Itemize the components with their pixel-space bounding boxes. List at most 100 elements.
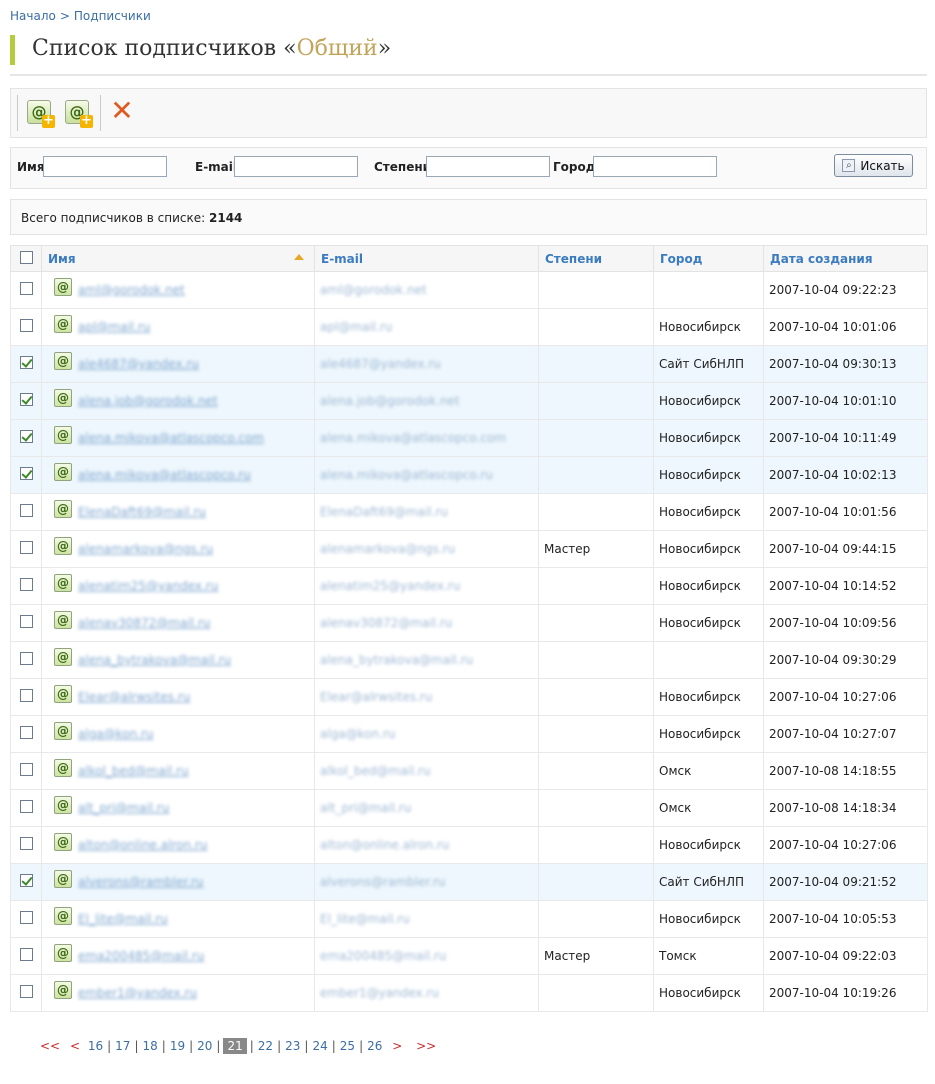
page-link[interactable]: 24 — [308, 1039, 331, 1053]
subscriber-name-link[interactable]: alenav30872@mail.ru — [78, 616, 210, 630]
row-checkbox[interactable] — [20, 541, 33, 554]
subscriber-name-link[interactable]: alton@online.alron.ru — [78, 838, 207, 852]
subscriber-name-link[interactable]: alenamarkova@ngs.ru — [78, 542, 213, 556]
email-cell: alt_pri@mail.ru — [314, 789, 539, 827]
table-row[interactable]: @ ale4687@yandex.ru ale4687@yandex.ru Сайт … — [10, 345, 928, 383]
add-subscriber-button[interactable]: @ + — [25, 98, 55, 128]
subscriber-name-link[interactable]: ale4687@yandex.ru — [78, 357, 199, 371]
table-row[interactable]: @ aml@gorodok.net aml@gorodok.net 2007-10-0… — [10, 271, 928, 309]
subscriber-name-link[interactable]: alga@kon.ru — [78, 727, 153, 741]
city-column-header[interactable]: Город — [653, 245, 764, 272]
table-row[interactable]: @ apl@mail.ru apl@mail.ru Новосибирск 2007-1… — [10, 308, 928, 346]
subscriber-name-link[interactable]: alkol_bed@mail.ru — [78, 764, 189, 778]
table-row[interactable]: @ ema200485@mail.ru ema200485@mail.ru Масте… — [10, 937, 928, 975]
email-column-header[interactable]: E-mail — [314, 245, 539, 272]
page-link[interactable]: 19 — [166, 1039, 189, 1053]
page-link[interactable]: 17 — [111, 1039, 134, 1053]
row-select-cell — [10, 641, 42, 679]
subscriber-name-link[interactable]: alverons@rambler.ru — [78, 875, 204, 889]
table-row[interactable]: @ ember1@yandex.ru ember1@yandex.ru Новосиб… — [10, 974, 928, 1012]
degree-column-header[interactable]: Степени — [538, 245, 654, 272]
subscriber-name-link[interactable]: Elear@alrwsites.ru — [78, 690, 190, 704]
subscriber-name-link[interactable]: apl@mail.ru — [78, 320, 150, 334]
subscriber-icon: @ — [54, 981, 72, 999]
last-page-link[interactable]: >> — [416, 1039, 436, 1053]
search-button[interactable]: ⌕ Искать — [834, 154, 913, 177]
created-column-header[interactable]: Дата создания — [763, 245, 928, 272]
table-row[interactable]: @ alkol_bed@mail.ru alkol_bed@mail.ru Омск 2… — [10, 752, 928, 790]
row-checkbox[interactable] — [20, 726, 33, 739]
row-checkbox[interactable] — [20, 689, 33, 702]
name-column-header[interactable]: Имя — [41, 245, 315, 272]
table-row[interactable]: @ alenav30872@mail.ru alenav30872@mail.ru Н… — [10, 604, 928, 642]
table-row[interactable]: @ alga@kon.ru alga@kon.ru Новосибирск 2007-1… — [10, 715, 928, 753]
email-cell: Elear@alrwsites.ru — [314, 678, 539, 716]
row-checkbox[interactable] — [20, 948, 33, 961]
subscriber-icon: @ — [54, 833, 72, 851]
table-row[interactable]: @ ElenaDaft69@mail.ru ElenaDaft69@mail.ru Н… — [10, 493, 928, 531]
subscriber-name-link[interactable]: alena.mikova@atlascopco.com — [78, 431, 264, 445]
table-row[interactable]: @ alenamarkova@ngs.ru alenamarkova@ngs.ru М… — [10, 530, 928, 568]
subscriber-name-link[interactable]: alena.mikova@atlascopco.ru — [78, 468, 251, 482]
email-cell: alton@online.alron.ru — [314, 826, 539, 864]
row-checkbox[interactable] — [20, 874, 33, 887]
page-link[interactable]: 23 — [281, 1039, 304, 1053]
created-cell: 2007-10-04 10:19:26 — [763, 974, 928, 1012]
breadcrumb-current-link[interactable]: Подписчики — [74, 9, 151, 23]
subscriber-name-link[interactable]: alt_pri@mail.ru — [78, 801, 169, 815]
degree-filter-input[interactable] — [426, 156, 550, 177]
table-row[interactable]: @ alenatim25@yandex.ru alenatim25@yandex.r… — [10, 567, 928, 605]
row-checkbox[interactable] — [20, 615, 33, 628]
table-row[interactable]: @ alena.mikova@atlascopco.com alena.mikova… — [10, 419, 928, 457]
subscriber-name-link[interactable]: alenatim25@yandex.ru — [78, 579, 218, 593]
prev-page-link[interactable]: < — [70, 1039, 80, 1053]
row-checkbox[interactable] — [20, 800, 33, 813]
page-link[interactable]: 16 — [84, 1039, 107, 1053]
subscriber-name-link[interactable]: ember1@yandex.ru — [78, 986, 197, 1000]
subscriber-name-link[interactable]: ElenaDaft69@mail.ru — [78, 505, 206, 519]
row-checkbox[interactable] — [20, 282, 33, 295]
table-row[interactable]: @ alena_bytrakova@mail.ru alena_bytrakova@… — [10, 641, 928, 679]
first-page-link[interactable]: << — [40, 1039, 60, 1053]
row-checkbox[interactable] — [20, 763, 33, 776]
subscriber-name-link[interactable]: aml@gorodok.net — [78, 283, 185, 297]
table-row[interactable]: @ alton@online.alron.ru alton@online.alron… — [10, 826, 928, 864]
subscriber-name-link[interactable]: El_lite@mail.ru — [78, 912, 168, 926]
row-checkbox[interactable] — [20, 652, 33, 665]
row-checkbox[interactable] — [20, 356, 33, 369]
table-row[interactable]: @ Elear@alrwsites.ru Elear@alrwsites.ru Нов… — [10, 678, 928, 716]
name-filter-input[interactable] — [43, 156, 167, 177]
row-select-cell — [10, 567, 42, 605]
table-row[interactable]: @ alena.mikova@atlascopco.ru alena.mikova@… — [10, 456, 928, 494]
row-checkbox[interactable] — [20, 985, 33, 998]
page-link[interactable]: 26 — [363, 1039, 386, 1053]
select-all-checkbox[interactable] — [20, 250, 33, 264]
city-cell: Новосибирск — [653, 493, 764, 531]
subscriber-name-link[interactable]: alena.job@gorodok.net — [78, 394, 218, 408]
page-link[interactable]: 20 — [193, 1039, 216, 1053]
page-link[interactable]: 18 — [138, 1039, 161, 1053]
page-title: Список подписчиков «Общий» — [32, 36, 391, 61]
table-row[interactable]: @ alt_pri@mail.ru alt_pri@mail.ru Омск 2007-… — [10, 789, 928, 827]
table-row[interactable]: @ El_lite@mail.ru El_lite@mail.ru Новосибир… — [10, 900, 928, 938]
subscriber-name-link[interactable]: alena_bytrakova@mail.ru — [78, 653, 231, 667]
delete-button[interactable]: ✕ — [107, 96, 137, 128]
subscriber-name-link[interactable]: ema200485@mail.ru — [78, 949, 204, 963]
next-page-link[interactable]: > — [392, 1039, 402, 1053]
row-checkbox[interactable] — [20, 837, 33, 850]
breadcrumb-home-link[interactable]: Начало — [10, 9, 56, 23]
row-checkbox[interactable] — [20, 504, 33, 517]
page-link[interactable]: 25 — [336, 1039, 359, 1053]
table-row[interactable]: @ alena.job@gorodok.net alena.job@gorodok.… — [10, 382, 928, 420]
city-filter-input[interactable] — [593, 156, 717, 177]
email-filter-input[interactable] — [234, 156, 358, 177]
row-checkbox[interactable] — [20, 467, 33, 480]
row-checkbox[interactable] — [20, 319, 33, 332]
page-link[interactable]: 22 — [254, 1039, 277, 1053]
row-checkbox[interactable] — [20, 578, 33, 591]
row-checkbox[interactable] — [20, 393, 33, 406]
add-group-button[interactable]: @ + — [63, 98, 93, 128]
row-checkbox[interactable] — [20, 430, 33, 443]
row-checkbox[interactable] — [20, 911, 33, 924]
table-row[interactable]: @ alverons@rambler.ru alverons@rambler.ru С… — [10, 863, 928, 901]
